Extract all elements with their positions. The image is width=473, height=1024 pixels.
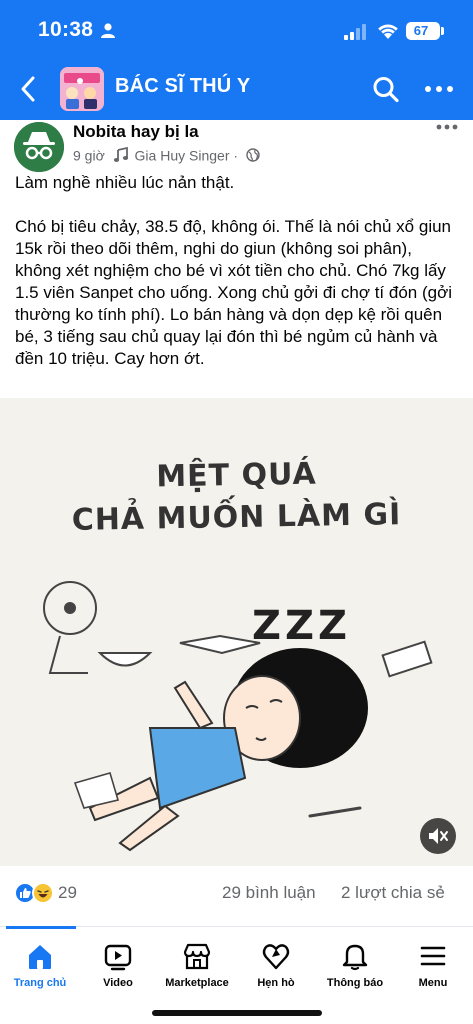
top-header: 10:38 67 BÁC SĨ THÚ Y: [0, 0, 473, 120]
tab-label: Thông báo: [326, 977, 384, 989]
home-icon: [29, 945, 51, 969]
search-icon: [373, 77, 399, 103]
dating-heart-icon: [262, 944, 290, 970]
image-caption-line-1: MỆT QUÁ: [155, 456, 317, 495]
back-button[interactable]: [14, 72, 44, 106]
globe-icon: [246, 148, 260, 162]
tab-label: Menu: [418, 977, 448, 989]
tab-marketplace[interactable]: Marketplace: [157, 941, 237, 1001]
hamburger-menu-icon: [420, 946, 446, 966]
comment-count[interactable]: 29 bình luận: [222, 883, 316, 903]
tab-label: Trang chủ: [13, 977, 67, 989]
tab-dating[interactable]: Hẹn hò: [236, 941, 316, 1001]
reaction-bar: 29 29 bình luận 2 lượt chia sẻ: [0, 878, 473, 910]
post-text: Làm nghề nhiều lúc nản thật. Chó bị tiêu…: [15, 172, 461, 370]
post-meta: 9 giờ Gia Huy Singer ·: [73, 146, 260, 163]
tab-home[interactable]: Trang chủ: [0, 941, 80, 1001]
group-avatar[interactable]: [60, 67, 104, 111]
post-music[interactable]: Gia Huy Singer: [135, 147, 230, 163]
post-paragraph: Chó bị tiêu chảy, 38.5 độ, không ói. Thế…: [15, 217, 453, 368]
group-title[interactable]: BÁC SĨ THÚ Y: [115, 75, 250, 98]
author-name[interactable]: Nobita hay bị la: [73, 122, 199, 142]
post-header: Nobita hay bị la 9 giờ Gia Huy Singer ·: [0, 120, 473, 172]
chevron-left-icon: [21, 76, 35, 102]
tab-label: Video: [103, 977, 133, 989]
status-time: 10:38: [38, 18, 94, 41]
status-bar: 10:38 67: [0, 0, 473, 60]
tab-video[interactable]: Video: [78, 941, 158, 1001]
music-note-icon: [113, 147, 128, 163]
sleeping-girl-illustration: [43, 581, 433, 852]
home-indicator: [152, 1010, 322, 1016]
more-dots-icon: [425, 86, 453, 92]
more-dots-icon: [436, 124, 458, 130]
post-time[interactable]: 9 giờ: [73, 147, 105, 163]
video-icon: [104, 944, 132, 971]
post-image[interactable]: MỆT QUÁ CHẢ MUỐN LÀM GÌ ZZZ: [0, 398, 473, 866]
tab-label: Marketplace: [165, 977, 229, 989]
author-avatar[interactable]: [14, 122, 64, 172]
cellular-signal-icon: [344, 24, 366, 40]
tab-label: Hẹn hò: [257, 977, 295, 989]
haha-reaction-icon: [32, 882, 54, 904]
reaction-count[interactable]: 29: [58, 883, 77, 903]
group-cover-thumbnail-icon: [60, 67, 104, 111]
speaker-muted-icon: [429, 828, 448, 844]
bottom-tab-bar: Trang chủ Video Marketplace Hẹn hò Thông…: [0, 926, 473, 1024]
laughing-face-icon: [37, 890, 49, 898]
post-more-button[interactable]: [434, 120, 460, 140]
post-paragraph: Làm nghề nhiều lúc nản thật.: [15, 173, 235, 192]
image-sleep-text: ZZZ: [252, 603, 352, 649]
share-count[interactable]: 2 lượt chia sẻ: [341, 883, 445, 903]
tab-menu[interactable]: Menu: [393, 941, 473, 1001]
image-caption-line-2: CHẢ MUỐN LÀM GÌ: [71, 497, 402, 538]
group-nav-bar: BÁC SĨ THÚ Y: [0, 62, 473, 116]
marketplace-icon: [183, 943, 211, 970]
person-icon: [101, 23, 115, 38]
tab-notifications[interactable]: Thông báo: [315, 941, 395, 1001]
incognito-avatar-icon: [14, 122, 64, 172]
search-button[interactable]: [370, 72, 402, 106]
mute-button[interactable]: [420, 818, 456, 854]
meta-separator: ·: [233, 147, 239, 164]
bell-icon: [342, 944, 368, 971]
more-options-button[interactable]: [420, 72, 458, 106]
battery-cap: [441, 27, 444, 35]
active-tab-indicator: [6, 926, 76, 929]
battery-level: 67: [413, 23, 429, 38]
wifi-icon: [378, 24, 398, 39]
